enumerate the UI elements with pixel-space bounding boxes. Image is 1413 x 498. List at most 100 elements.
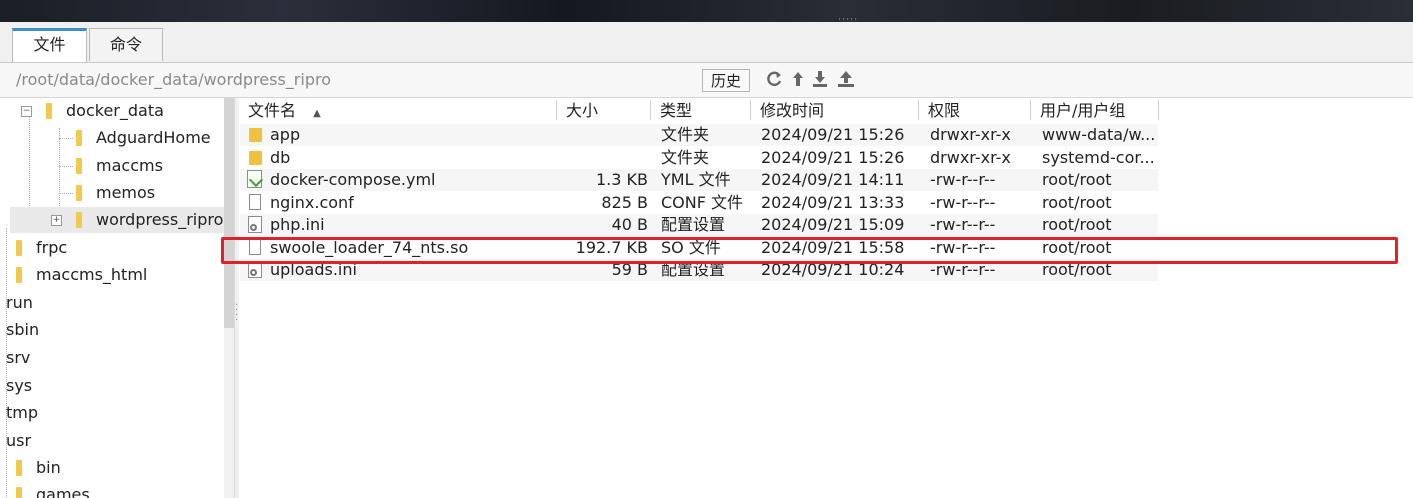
tree-item-usr[interactable]: usr — [0, 428, 224, 454]
file-name: docker-compose.yml — [270, 170, 436, 189]
folder-icon — [76, 158, 82, 174]
tree-item-label: tmp — [6, 403, 39, 422]
tree-item-memos[interactable]: memos — [0, 180, 224, 206]
file-icon — [249, 194, 261, 210]
scrollbar-thumb[interactable] — [224, 98, 234, 328]
upload-folder-icon[interactable] — [836, 69, 856, 89]
file-permissions: drwxr-xr-x — [930, 125, 1011, 144]
tree-item-frpc[interactable]: frpc — [0, 235, 224, 261]
file-modified: 2024/09/21 15:26 — [761, 125, 905, 144]
file-modified: 2024/09/21 15:26 — [761, 148, 905, 167]
file-list: 文件名 ▲ 大小 类型 修改时间 权限 用户/用户组 app 文件夹 2024/… — [240, 98, 1413, 498]
tree-item-label: docker_data — [66, 101, 164, 120]
pane-splitter[interactable]: · · · · — [234, 98, 239, 498]
tree-item-games[interactable]: games — [0, 482, 224, 498]
folder-icon — [16, 460, 22, 476]
history-button[interactable]: 历史 — [702, 69, 750, 92]
path-input[interactable]: /root/data/docker_data/wordpress_ripro — [16, 70, 331, 89]
file-name: app — [270, 125, 301, 144]
tree-item-label: AdguardHome — [96, 128, 211, 147]
tree-item-label: bin — [36, 458, 61, 477]
tab-bar: 文件 命令 — [0, 22, 1413, 63]
tree-item-tmp[interactable]: tmp — [0, 400, 224, 426]
folder-icon — [76, 130, 82, 146]
file-permissions: drwxr-xr-x — [930, 148, 1011, 167]
tree-item-label: memos — [96, 183, 156, 202]
tree-item-maccms-html[interactable]: maccms_html — [0, 262, 224, 288]
file-permissions: -rw-r--r-- — [930, 215, 996, 234]
file-row-app[interactable]: app 文件夹 2024/09/21 15:26 drwxr-xr-x www-… — [240, 124, 1158, 146]
tree-item-label: maccms — [96, 156, 163, 175]
tree-item-label: frpc — [36, 238, 68, 257]
file-owner: root/root — [1042, 193, 1112, 212]
splitter-grip: · · · · — [235, 300, 239, 326]
tree-item-docker-data[interactable]: − docker_data — [0, 98, 224, 124]
file-modified: 2024/09/21 13:33 — [761, 193, 905, 212]
folder-icon — [16, 487, 22, 498]
file-type: 文件夹 — [661, 148, 710, 167]
window-banner: ::::: — [0, 0, 1413, 26]
expand-icon[interactable]: + — [51, 215, 62, 226]
tree-item-label: wordpress_ripro — [96, 210, 224, 229]
column-header-label: 文件名 — [248, 101, 297, 120]
folder-icon — [16, 240, 22, 256]
tree-item-adguardhome[interactable]: AdguardHome — [0, 125, 224, 151]
file-row-docker-compose[interactable]: docker-compose.yml 1.3 KB YML 文件 2024/09… — [240, 169, 1158, 191]
tree-item-sys[interactable]: sys — [0, 373, 224, 399]
file-size: 40 B — [611, 215, 648, 234]
file-modified: 2024/09/21 14:11 — [761, 170, 905, 189]
tab-commands[interactable]: 命令 — [89, 28, 163, 61]
tree-item-label: maccms_html — [36, 265, 148, 284]
folder-icon — [249, 151, 262, 165]
file-name: php.ini — [270, 215, 325, 234]
tree-item-label: run — [6, 293, 33, 312]
tree-item-srv[interactable]: srv — [0, 345, 224, 371]
download-icon[interactable] — [810, 69, 830, 89]
refresh-icon[interactable] — [764, 69, 784, 89]
file-owner: root/root — [1042, 215, 1112, 234]
file-row-php-ini[interactable]: php.ini 40 B 配置设置 2024/09/21 15:09 -rw-r… — [240, 214, 1158, 236]
file-name: nginx.conf — [270, 193, 354, 212]
tab-files[interactable]: 文件 — [12, 28, 87, 62]
file-owner: root/root — [1042, 170, 1112, 189]
tree-item-label: sys — [6, 376, 33, 395]
config-file-icon — [248, 216, 262, 233]
annotation-highlight-box — [221, 237, 1398, 264]
file-name: db — [270, 148, 291, 167]
folder-icon — [46, 103, 52, 119]
column-header-size[interactable]: 大小 — [566, 98, 598, 122]
file-row-db[interactable]: db 文件夹 2024/09/21 15:26 drwxr-xr-x syste… — [240, 147, 1158, 169]
file-type: 文件夹 — [661, 125, 710, 144]
tree-item-run[interactable]: run — [0, 290, 224, 316]
tree-item-wordpress-ripro[interactable]: + wordpress_ripro — [10, 207, 224, 233]
file-size: 1.3 KB — [596, 170, 648, 189]
tree-item-bin[interactable]: bin — [0, 455, 224, 481]
file-permissions: -rw-r--r-- — [930, 170, 996, 189]
yml-file-icon — [247, 170, 262, 188]
tree-item-sbin[interactable]: sbin — [0, 317, 224, 343]
collapse-icon[interactable]: − — [21, 106, 32, 117]
folder-icon — [76, 212, 82, 228]
file-modified: 2024/09/21 15:09 — [761, 215, 905, 234]
folder-icon — [16, 267, 22, 283]
file-owner: www-data/w... — [1042, 125, 1156, 144]
tree-item-label: sbin — [6, 320, 40, 339]
column-header-type[interactable]: 类型 — [660, 98, 692, 122]
file-row-nginx-conf[interactable]: nginx.conf 825 B CONF 文件 2024/09/21 13:3… — [240, 192, 1158, 214]
file-type: CONF 文件 — [661, 193, 744, 212]
directory-tree: − docker_data AdguardHome maccms memos +… — [0, 98, 224, 498]
tree-item-maccms[interactable]: maccms — [0, 153, 224, 179]
column-header-owner[interactable]: 用户/用户组 — [1040, 98, 1125, 122]
column-header-modified[interactable]: 修改时间 — [760, 98, 824, 122]
tree-item-label: srv — [6, 348, 31, 367]
file-owner: systemd-cor... — [1042, 148, 1155, 167]
column-header-name[interactable]: 文件名 ▲ — [248, 98, 321, 122]
tree-scrollbar[interactable] — [224, 98, 234, 498]
tree-item-label: games — [36, 485, 90, 498]
folder-icon — [76, 185, 82, 201]
path-bar: /root/data/docker_data/wordpress_ripro 历… — [0, 63, 1413, 98]
sort-ascending-icon: ▲ — [313, 108, 321, 119]
upload-icon[interactable] — [788, 69, 808, 89]
tree-item-label: usr — [6, 431, 32, 450]
column-header-permissions[interactable]: 权限 — [928, 98, 960, 122]
